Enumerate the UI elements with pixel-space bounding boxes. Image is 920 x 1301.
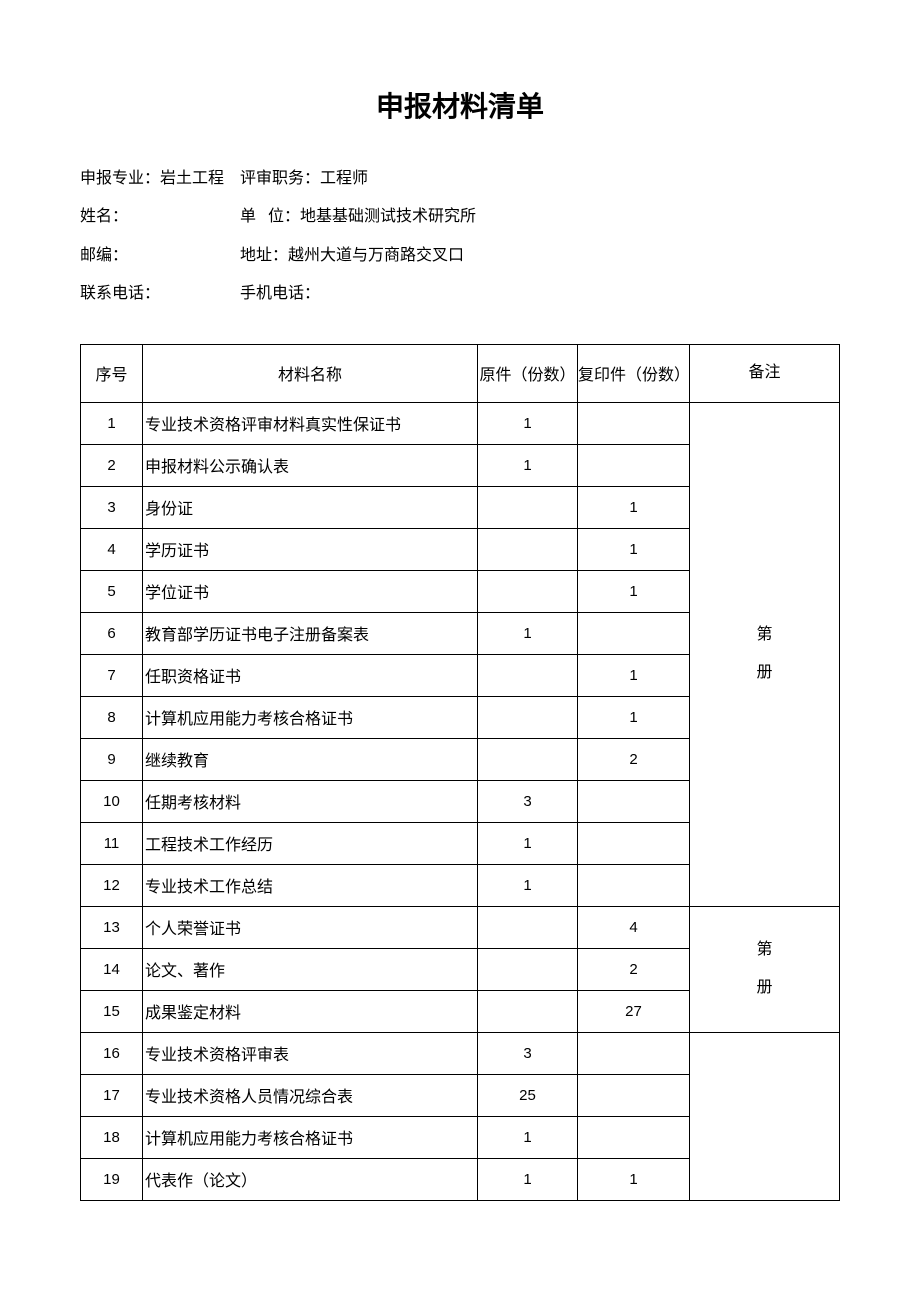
cell-seq: 5 xyxy=(81,570,143,612)
cell-orig: 3 xyxy=(478,1032,578,1074)
cell-orig xyxy=(478,654,578,696)
table-row: 16专业技术资格评审表3 xyxy=(81,1032,840,1074)
cell-copy: 2 xyxy=(578,738,690,780)
cell-name: 教育部学历证书电子注册备案表 xyxy=(143,612,478,654)
cell-orig xyxy=(478,948,578,990)
cell-copy: 2 xyxy=(578,948,690,990)
cell-seq: 18 xyxy=(81,1116,143,1158)
cell-name: 成果鉴定材料 xyxy=(143,990,478,1032)
cell-seq: 1 xyxy=(81,402,143,444)
cell-name: 计算机应用能力考核合格证书 xyxy=(143,696,478,738)
cell-seq: 7 xyxy=(81,654,143,696)
field-mobile: 手机电话： xyxy=(240,275,840,313)
cell-orig xyxy=(478,528,578,570)
header-name: 材料名称 xyxy=(143,344,478,402)
cell-copy: 1 xyxy=(578,528,690,570)
cell-seq: 16 xyxy=(81,1032,143,1074)
table-row: 1专业技术资格评审材料真实性保证书1第 册 xyxy=(81,402,840,444)
cell-seq: 17 xyxy=(81,1074,143,1116)
cell-copy: 4 xyxy=(578,906,690,948)
field-position: 评审职务：工程师 xyxy=(240,160,840,198)
cell-copy xyxy=(578,1074,690,1116)
cell-copy xyxy=(578,612,690,654)
cell-seq: 3 xyxy=(81,486,143,528)
field-unit: 单 位：地基基础测试技术研究所 xyxy=(240,198,840,236)
cell-seq: 4 xyxy=(81,528,143,570)
cell-name: 任期考核材料 xyxy=(143,780,478,822)
cell-orig: 1 xyxy=(478,1116,578,1158)
header-remark: 备注 xyxy=(690,344,840,402)
cell-name: 申报材料公示确认表 xyxy=(143,444,478,486)
cell-seq: 19 xyxy=(81,1158,143,1200)
cell-seq: 6 xyxy=(81,612,143,654)
field-major: 申报专业：岩土工程 xyxy=(80,160,240,198)
field-zip: 邮编： xyxy=(80,237,240,275)
cell-orig xyxy=(478,570,578,612)
cell-seq: 12 xyxy=(81,864,143,906)
cell-copy xyxy=(578,1032,690,1074)
cell-copy: 1 xyxy=(578,654,690,696)
cell-orig xyxy=(478,696,578,738)
cell-copy: 1 xyxy=(578,486,690,528)
cell-orig: 1 xyxy=(478,612,578,654)
header-seq: 序号 xyxy=(81,344,143,402)
cell-orig: 1 xyxy=(478,444,578,486)
cell-orig: 1 xyxy=(478,402,578,444)
cell-copy: 1 xyxy=(578,1158,690,1200)
cell-seq: 11 xyxy=(81,822,143,864)
cell-name: 专业技术工作总结 xyxy=(143,864,478,906)
page-title: 申报材料清单 xyxy=(80,85,840,125)
cell-name: 学历证书 xyxy=(143,528,478,570)
cell-orig xyxy=(478,990,578,1032)
field-tel: 联系电话： xyxy=(80,275,240,313)
cell-seq: 8 xyxy=(81,696,143,738)
cell-orig xyxy=(478,486,578,528)
materials-table: 序号 材料名称 原件（份数） 复印件（份数） 备注 1专业技术资格评审材料真实性… xyxy=(80,344,840,1201)
cell-name: 个人荣誉证书 xyxy=(143,906,478,948)
cell-name: 专业技术资格人员情况综合表 xyxy=(143,1074,478,1116)
cell-name: 专业技术资格评审材料真实性保证书 xyxy=(143,402,478,444)
cell-name: 工程技术工作经历 xyxy=(143,822,478,864)
cell-orig xyxy=(478,738,578,780)
cell-orig: 3 xyxy=(478,780,578,822)
cell-name: 计算机应用能力考核合格证书 xyxy=(143,1116,478,1158)
table-row: 13个人荣誉证书4第 册 xyxy=(81,906,840,948)
cell-remark-group3 xyxy=(690,1032,840,1200)
header-copy: 复印件（份数） xyxy=(578,344,690,402)
cell-seq: 14 xyxy=(81,948,143,990)
cell-name: 身份证 xyxy=(143,486,478,528)
cell-seq: 9 xyxy=(81,738,143,780)
cell-copy: 1 xyxy=(578,570,690,612)
cell-name: 任职资格证书 xyxy=(143,654,478,696)
cell-orig: 25 xyxy=(478,1074,578,1116)
field-name: 姓名： xyxy=(80,198,240,236)
cell-name: 论文、著作 xyxy=(143,948,478,990)
cell-name: 继续教育 xyxy=(143,738,478,780)
cell-copy xyxy=(578,864,690,906)
cell-orig xyxy=(478,906,578,948)
cell-copy xyxy=(578,444,690,486)
applicant-info: 申报专业：岩土工程 评审职务：工程师 姓名： 单 位：地基基础测试技术研究所 邮… xyxy=(80,160,840,314)
cell-seq: 10 xyxy=(81,780,143,822)
cell-name: 代表作（论文） xyxy=(143,1158,478,1200)
cell-orig: 1 xyxy=(478,822,578,864)
cell-orig: 1 xyxy=(478,864,578,906)
cell-copy: 1 xyxy=(578,696,690,738)
cell-copy xyxy=(578,402,690,444)
field-address: 地址：越州大道与万商路交叉口 xyxy=(240,237,840,275)
cell-seq: 13 xyxy=(81,906,143,948)
cell-copy xyxy=(578,1116,690,1158)
cell-copy xyxy=(578,780,690,822)
cell-name: 专业技术资格评审表 xyxy=(143,1032,478,1074)
cell-remark-group1: 第 册 xyxy=(690,402,840,906)
cell-seq: 15 xyxy=(81,990,143,1032)
cell-seq: 2 xyxy=(81,444,143,486)
header-orig: 原件（份数） xyxy=(478,344,578,402)
cell-name: 学位证书 xyxy=(143,570,478,612)
cell-copy xyxy=(578,822,690,864)
cell-remark-group2: 第 册 xyxy=(690,906,840,1032)
cell-orig: 1 xyxy=(478,1158,578,1200)
cell-copy: 27 xyxy=(578,990,690,1032)
